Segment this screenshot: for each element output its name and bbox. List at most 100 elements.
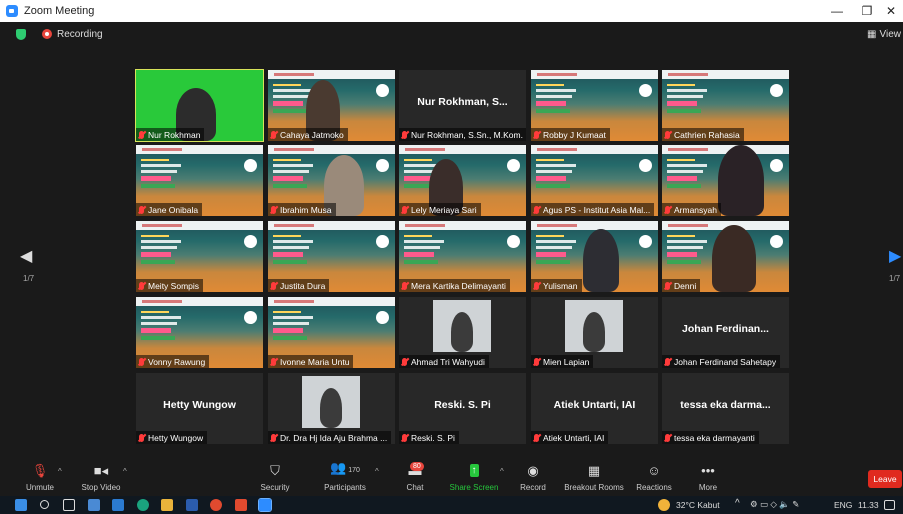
video-options-chevron-icon[interactable]: ^ <box>123 467 127 476</box>
reactions-smiley-icon: ☺ <box>647 463 661 478</box>
video-camera-icon: ■◂ <box>93 463 109 478</box>
zoom-app-icon <box>6 5 18 17</box>
participant-tile[interactable]: Robby J Kumaat <box>531 70 658 141</box>
muted-mic-icon <box>534 130 539 139</box>
participant-name: Denni <box>674 280 697 291</box>
muted-mic-icon <box>402 281 407 290</box>
security-shield-icon[interactable] <box>16 28 26 40</box>
muted-mic-icon <box>139 357 144 366</box>
participant-tile[interactable]: Vonny Rawung <box>136 297 263 368</box>
participant-tile[interactable]: Reski. S. Pi Reski. S. Pi <box>399 373 526 444</box>
muted-mic-icon <box>402 130 407 139</box>
participant-tile[interactable]: Agus PS - Institut Asia Mal... <box>531 145 658 216</box>
participant-name: tessa eka darmayanti <box>674 432 755 443</box>
muted-mic-icon <box>665 205 670 214</box>
participant-tile[interactable]: Jane Onibala <box>136 145 263 216</box>
participant-name-label: Dr. Dra Hj Ida Aju Brahma ... <box>268 431 392 444</box>
participant-tile[interactable]: Cathrien Rahasia <box>662 70 789 141</box>
participant-tile[interactable]: Yulisman <box>531 221 658 292</box>
task-view-icon[interactable] <box>63 499 75 511</box>
video-grid: Nur Rokhman Cahaya Jatmoko Nur Rokhman, S.… <box>135 69 790 446</box>
participant-tile[interactable]: tessa eka darma... tessa eka darmayanti <box>662 373 789 444</box>
share-screen-button[interactable]: ↑ Share Screen <box>448 462 500 496</box>
windows-taskbar: 32°C Kabut ^ ⚙ ▭ ◇ 🔈 ✎ ENG 11.33 <box>0 496 903 514</box>
zoom-taskbar-icon[interactable] <box>258 498 272 512</box>
participant-tile[interactable]: Armansyah <box>662 145 789 216</box>
participant-display-name: Reski. S. Pi <box>434 399 491 411</box>
mail-icon[interactable] <box>112 499 124 511</box>
participant-tile[interactable]: Johan Ferdinan... Johan Ferdinand Sahetap… <box>662 297 789 368</box>
participant-tile[interactable]: Nur Rokhman, S... Nur Rokhman, S.Sn., M.K… <box>399 70 526 141</box>
participant-tile[interactable]: Dr. Dra Hj Ida Aju Brahma ... <box>268 373 395 444</box>
participant-name-label: Mera Kartika Delimayanti <box>399 279 510 292</box>
participant-tile[interactable]: Ahmad Tri Wahyudi <box>399 297 526 368</box>
stop-video-button[interactable]: ■◂ Stop Video <box>78 462 124 496</box>
participant-name: Dr. Dra Hj Ida Aju Brahma ... <box>280 432 388 443</box>
word-icon[interactable] <box>186 499 198 511</box>
tray-icons[interactable]: ⚙ ▭ ◇ 🔈 ✎ <box>750 499 799 510</box>
edge-icon[interactable] <box>137 499 149 511</box>
reactions-button[interactable]: ☺ Reactions <box>634 462 674 496</box>
profile-photo <box>433 300 491 352</box>
participant-name: Jane Onibala <box>148 204 199 215</box>
next-page-arrow-icon[interactable]: ▶ <box>889 246 901 266</box>
clock[interactable]: 11.33 <box>858 500 879 510</box>
store-icon[interactable] <box>88 499 100 511</box>
participant-display-name: Hetty Wungow <box>163 399 236 411</box>
meeting-toolbar: 🎙 Unmute ^ ■◂ Stop Video ^ ⛉ Security 👥 1… <box>0 461 903 496</box>
participant-name-label: Vonny Rawung <box>136 355 210 368</box>
chat-label: Chat <box>406 483 424 492</box>
unmute-button[interactable]: 🎙 Unmute <box>22 462 58 496</box>
title-bar: Zoom Meeting — ❐ ✕ <box>0 0 903 22</box>
participant-name: Yulisman <box>543 280 578 291</box>
reactions-label: Reactions <box>636 483 672 492</box>
chat-button[interactable]: 80 ▬ Chat <box>400 462 430 496</box>
more-dots-icon: ••• <box>701 463 715 478</box>
participant-tile[interactable]: Cahaya Jatmoko <box>268 70 395 141</box>
participants-label: Participants <box>324 483 366 492</box>
recording-icon <box>42 29 52 39</box>
more-button[interactable]: ••• More <box>694 462 722 496</box>
participant-tile[interactable]: Nur Rokhman <box>135 69 264 142</box>
participant-tile[interactable]: Ivonne Maria Untu <box>268 297 395 368</box>
notification-icon[interactable] <box>884 500 895 510</box>
participant-tile[interactable]: Lely Meriaya Sari <box>399 145 526 216</box>
participant-tile[interactable]: Ibrahim Musa <box>268 145 395 216</box>
participant-name: Mera Kartika Delimayanti <box>411 280 506 291</box>
record-button[interactable]: ◉ Record <box>518 462 548 496</box>
participant-name-label: Armansyah <box>662 203 721 216</box>
breakout-rooms-button[interactable]: ▦ Breakout Rooms <box>563 462 625 496</box>
participant-video-figure <box>320 388 342 428</box>
tray-chevron-icon[interactable]: ^ <box>735 498 740 509</box>
close-button[interactable]: ✕ <box>876 0 903 22</box>
participants-button[interactable]: 👥 170 Participants <box>318 461 372 496</box>
participant-name-label: Lely Meriaya Sari <box>399 203 481 216</box>
language-indicator[interactable]: ENG <box>834 500 852 510</box>
audio-options-chevron-icon[interactable]: ^ <box>58 467 62 476</box>
powerpoint-icon[interactable] <box>235 499 247 511</box>
chrome-icon[interactable] <box>210 499 222 511</box>
view-button[interactable]: ▦ View <box>867 22 903 46</box>
windows-start-icon[interactable] <box>15 499 27 511</box>
participant-name-label: Atiek Untarti, IAI <box>531 431 609 444</box>
participant-tile[interactable]: Atiek Untarti, IAI Atiek Untarti, IAI <box>531 373 658 444</box>
weather-text: 32°C Kabut <box>676 500 720 510</box>
participant-tile[interactable]: Justita Dura <box>268 221 395 292</box>
search-icon[interactable] <box>40 500 49 509</box>
security-button[interactable]: ⛉ Security <box>255 462 295 496</box>
participant-tile[interactable]: Denni <box>662 221 789 292</box>
leave-button[interactable]: Leave <box>868 470 902 488</box>
muted-mic-icon <box>665 130 670 139</box>
participant-name: Atiek Untarti, IAI <box>543 432 605 443</box>
prev-page-arrow-icon[interactable]: ◀ <box>20 246 32 266</box>
participant-tile[interactable]: Mien Lapian <box>531 297 658 368</box>
participant-tile[interactable]: Meity Sompis <box>136 221 263 292</box>
participant-name-label: Nur Rokhman, S.Sn., M.Kom. <box>399 128 526 141</box>
share-options-chevron-icon[interactable]: ^ <box>500 467 504 476</box>
participant-tile[interactable]: Mera Kartika Delimayanti <box>399 221 526 292</box>
participant-tile[interactable]: Hetty Wungow Hetty Wungow <box>136 373 263 444</box>
participants-chevron-icon[interactable]: ^ <box>375 467 379 476</box>
minimize-button[interactable]: — <box>822 0 852 22</box>
file-explorer-icon[interactable] <box>161 499 173 511</box>
participants-count: 170 <box>348 467 360 474</box>
